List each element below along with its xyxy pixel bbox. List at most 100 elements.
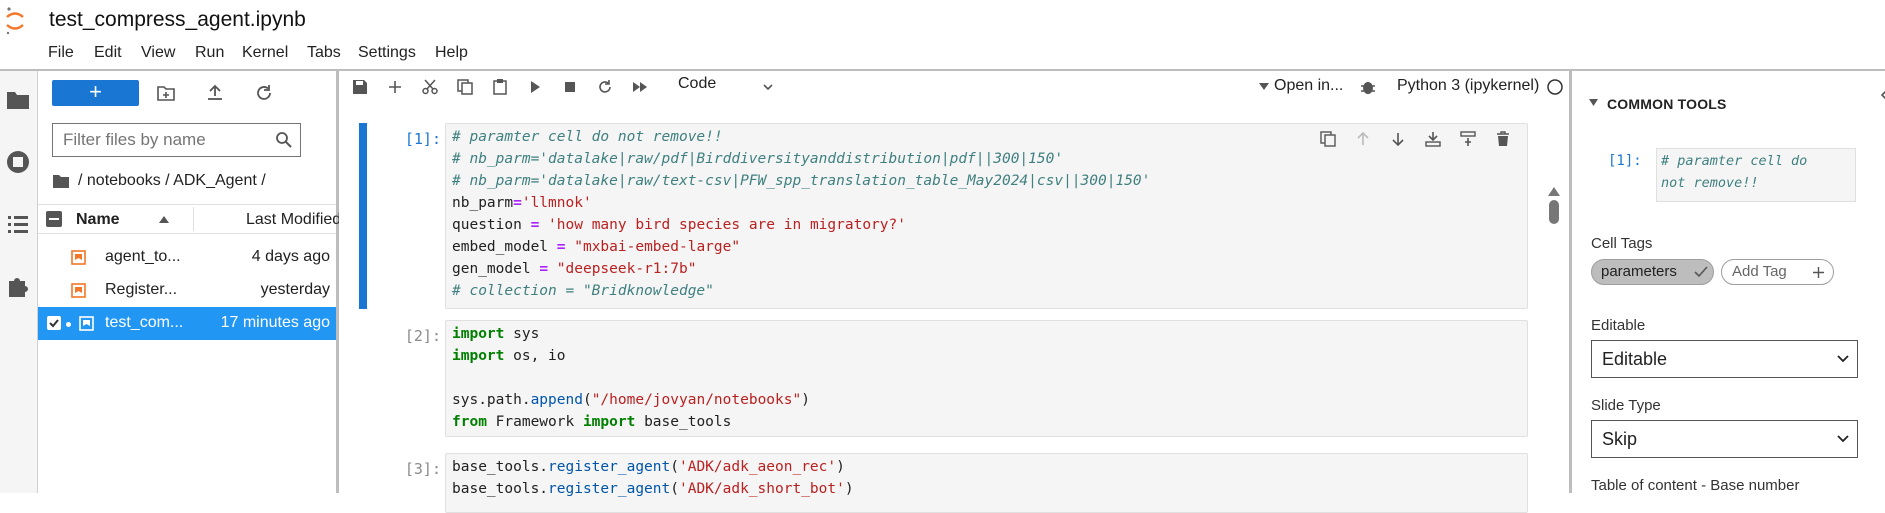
cell-editor[interactable]: import sys import os, io sys.path.append… <box>445 320 1528 437</box>
refresh-icon[interactable] <box>254 83 274 103</box>
code-line: # nb_parm='datalake|raw/text-csv|PFW_spp… <box>452 173 1151 189</box>
new-folder-icon[interactable] <box>156 83 176 103</box>
cell-type-select[interactable]: Code <box>678 75 716 93</box>
kernel-name[interactable]: Python 3 (ipykernel) <box>1397 77 1539 95</box>
mini-cell-line: not remove!! <box>1661 175 1759 191</box>
code-line: base_tools.register_agent('ADK/adk_aeon_… <box>452 459 845 475</box>
insert-cell-below-icon[interactable] <box>1459 130 1477 148</box>
chevron-down-icon[interactable] <box>761 80 775 94</box>
code-line: embed_model = "mxbai-embed-large" <box>452 239 741 255</box>
cell-editor[interactable]: base_tools.register_agent('ADK/adk_aeon_… <box>445 453 1528 513</box>
check-icon <box>1694 266 1708 278</box>
common-tools-header[interactable]: COMMON TOOLS <box>1607 96 1727 112</box>
chevron-left-icon[interactable] <box>1881 88 1885 102</box>
kernel-status-icon <box>1547 79 1563 95</box>
file-filter-input[interactable] <box>63 130 273 150</box>
modified-column-header[interactable]: Last Modified <box>246 211 341 229</box>
run-all-icon[interactable] <box>631 78 649 96</box>
notebook-icon <box>71 283 86 298</box>
move-down-icon[interactable] <box>1389 130 1407 148</box>
title-bar: test_compress_agent.ipynb <box>0 0 1885 42</box>
delete-cell-icon[interactable] <box>1494 130 1512 148</box>
running-sessions-icon[interactable] <box>5 149 31 175</box>
save-icon[interactable] <box>351 78 369 96</box>
sort-ascending-icon <box>159 216 169 223</box>
file-modified: 17 minutes ago <box>220 314 330 331</box>
slide-type-select[interactable]: Skip <box>1591 420 1858 458</box>
file-row[interactable]: Register... yesterday <box>38 274 336 307</box>
code-line: gen_model = "deepseek-r1:7b" <box>452 261 697 277</box>
restart-icon[interactable] <box>596 78 614 96</box>
menu-help[interactable]: Help <box>433 44 470 62</box>
code-line: import sys <box>452 326 540 342</box>
extension-manager-icon[interactable] <box>5 273 31 299</box>
jupyter-logo-icon <box>6 7 24 35</box>
active-cell-preview: [1]: # paramter cell do not remove!! <box>1590 148 1872 204</box>
file-browser: + / notebooks / ADK_Agent / Name Last <box>38 71 341 493</box>
table-of-contents-icon[interactable] <box>5 211 31 237</box>
caret-down-icon[interactable] <box>1259 83 1269 90</box>
code-cell[interactable]: [3]: base_tools.register_agent('ADK/adk_… <box>339 453 1569 513</box>
cell-prompt: [2]: <box>404 327 441 345</box>
insert-cell-above-icon[interactable] <box>1424 130 1442 148</box>
folder-icon[interactable] <box>5 87 31 113</box>
notebook-toolbar: Code Open in... Python 3 (ipykernel) <box>339 71 1569 101</box>
open-in-button[interactable]: Open in... <box>1274 77 1343 95</box>
tag-parameters[interactable]: parameters <box>1591 259 1714 285</box>
file-name: Register... <box>105 281 178 298</box>
code-cell[interactable]: [2]: import sys import os, io sys.path.a… <box>339 320 1569 437</box>
notebook-panel: Code Open in... Python 3 (ipykernel) [1]… <box>339 71 1569 513</box>
folder-icon[interactable] <box>52 173 70 189</box>
menu-file[interactable]: File <box>46 44 76 62</box>
cut-icon[interactable] <box>421 78 439 96</box>
code-line: import os, io <box>452 348 566 364</box>
menu-bar: File Edit View Run Kernel Tabs Settings … <box>0 42 1885 68</box>
code-line: from Framework import base_tools <box>452 414 732 430</box>
file-row[interactable]: agent_to... 4 days ago <box>38 241 336 274</box>
notebook-title: test_compress_agent.ipynb <box>49 8 306 31</box>
breadcrumb-path[interactable]: / notebooks / ADK_Agent / <box>78 172 266 190</box>
add-tag-label: Add Tag <box>1732 263 1787 280</box>
code-line: nb_parm='llmnok' <box>452 195 592 211</box>
file-row-selected[interactable]: test_com... 17 minutes ago <box>38 307 336 340</box>
notebook-scrollbar[interactable] <box>1544 101 1564 493</box>
collapse-caret-icon[interactable] <box>1589 99 1598 106</box>
menu-view[interactable]: View <box>139 44 177 62</box>
file-name: test_com... <box>105 314 184 331</box>
menu-settings[interactable]: Settings <box>356 44 418 62</box>
file-modified: yesterday <box>260 281 330 298</box>
activity-bar <box>0 71 38 493</box>
mini-cell-prompt: [1]: <box>1608 153 1642 169</box>
stop-icon[interactable] <box>561 78 579 96</box>
breadcrumb: / notebooks / ADK_Agent / <box>52 169 266 193</box>
slide-type-value: Skip <box>1602 429 1638 449</box>
mini-cell-editor: # paramter cell do not remove!! <box>1656 148 1856 202</box>
menu-tabs[interactable]: Tabs <box>305 44 343 62</box>
duplicate-cell-icon[interactable] <box>1319 130 1337 148</box>
file-modified: 4 days ago <box>251 248 330 265</box>
cell-editor[interactable]: # paramter cell do not remove!! # nb_par… <box>445 123 1528 309</box>
code-cell[interactable]: [1]: # paramter cell do not remove!! # n… <box>339 123 1569 309</box>
paste-icon[interactable] <box>491 78 509 96</box>
scroll-up-arrow-icon[interactable] <box>1548 187 1560 196</box>
upload-icon[interactable] <box>205 83 225 103</box>
code-line: # paramter cell do not remove!! <box>452 129 723 145</box>
move-up-icon[interactable] <box>1354 130 1372 148</box>
name-column-header[interactable]: Name <box>76 211 120 229</box>
file-checkbox[interactable] <box>47 316 61 330</box>
menu-run[interactable]: Run <box>193 44 226 62</box>
menu-edit[interactable]: Edit <box>92 44 124 62</box>
copy-icon[interactable] <box>456 78 474 96</box>
cell-prompt: [3]: <box>404 460 441 478</box>
add-cell-icon[interactable] <box>386 78 404 96</box>
new-launcher-button[interactable]: + <box>52 80 139 106</box>
slide-type-label: Slide Type <box>1591 397 1661 414</box>
property-inspector: COMMON TOOLS [1]: # paramter cell do not… <box>1569 71 1885 494</box>
scrollbar-thumb[interactable] <box>1549 200 1559 224</box>
add-tag-button[interactable]: Add Tag <box>1721 259 1834 285</box>
run-icon[interactable] <box>526 78 544 96</box>
menu-kernel[interactable]: Kernel <box>240 44 290 62</box>
debugger-icon[interactable] <box>1359 78 1377 96</box>
editable-select[interactable]: Editable <box>1591 340 1858 378</box>
select-all-checkbox[interactable] <box>46 211 62 227</box>
